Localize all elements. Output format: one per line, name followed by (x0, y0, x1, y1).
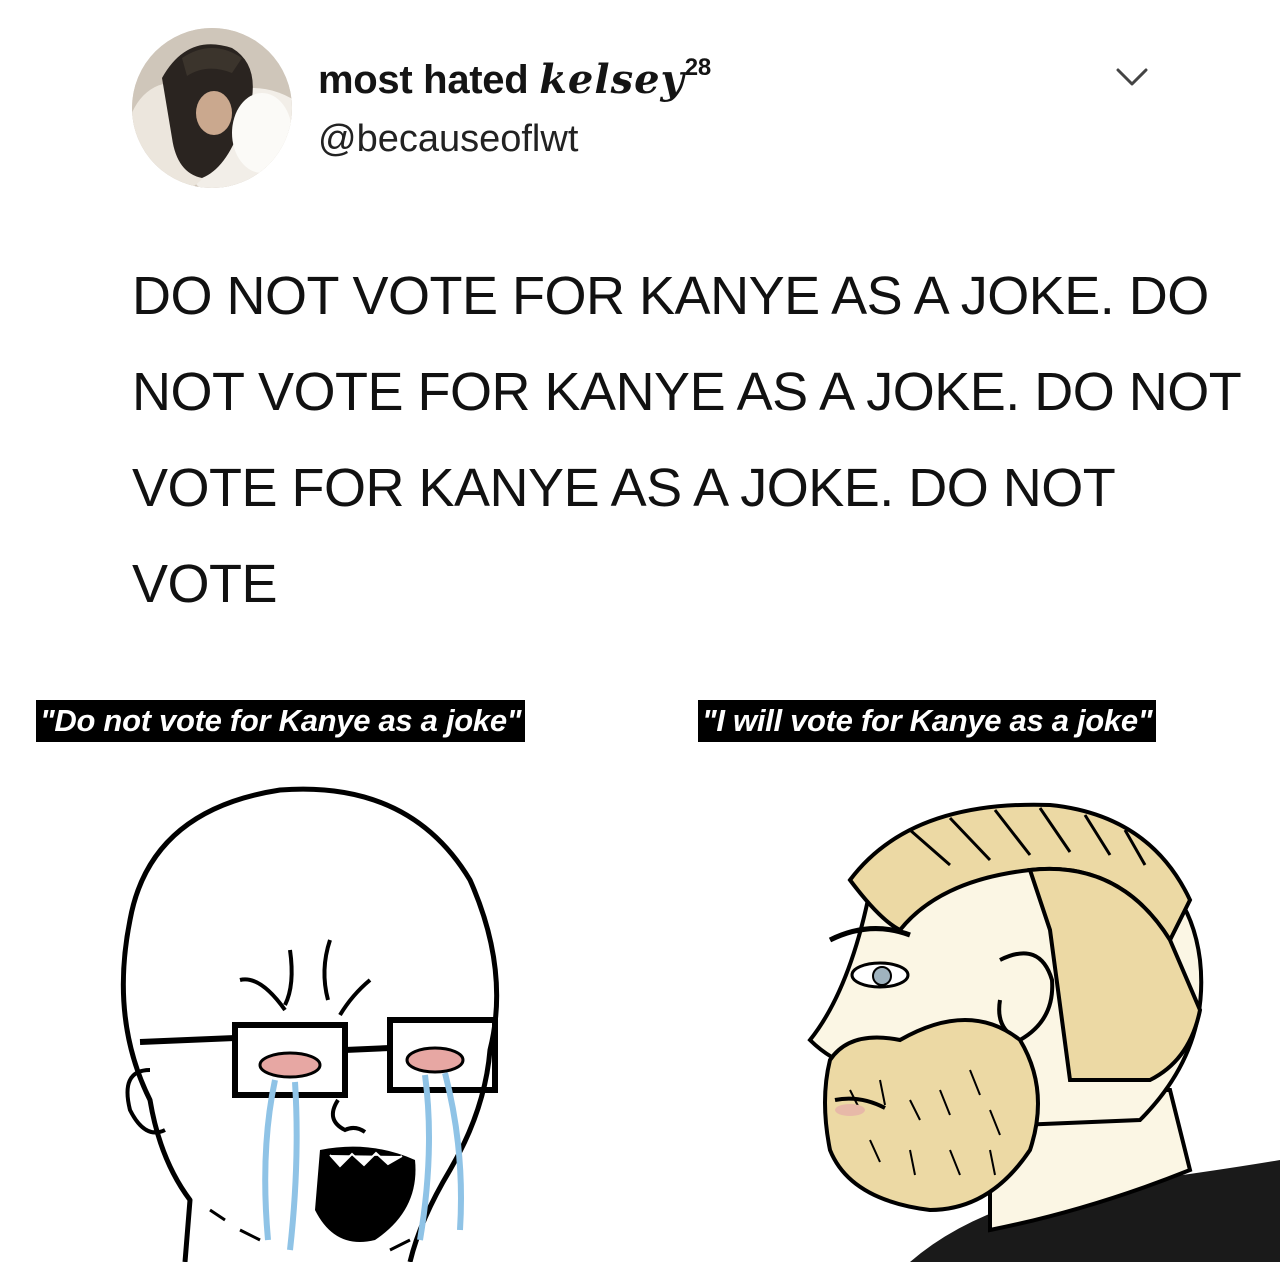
display-name-fancy: kelsey (539, 56, 685, 103)
meme-caption-right: "I will vote for Kanye as a joke" (698, 700, 1157, 742)
avatar-photo (132, 28, 292, 188)
avatar[interactable] (132, 28, 292, 188)
display-name[interactable]: most hated kelsey28 (318, 53, 711, 103)
crying-wojak-image (120, 786, 500, 1262)
tweet-header: most hated kelsey28 @becauseoflwt (0, 0, 1280, 220)
meme-caption-left: "Do not vote for Kanye as a joke" (36, 700, 526, 742)
display-name-superscript: 28 (684, 53, 711, 81)
display-name-text: most hated (318, 58, 529, 102)
user-handle[interactable]: @becauseoflwt (318, 118, 578, 161)
yes-chad-image (807, 802, 1280, 1262)
tweet-text: DO NOT VOTE FOR KANYE AS A JOKE. DO NOT … (132, 266, 1241, 614)
chevron-down-icon[interactable] (1112, 62, 1152, 92)
